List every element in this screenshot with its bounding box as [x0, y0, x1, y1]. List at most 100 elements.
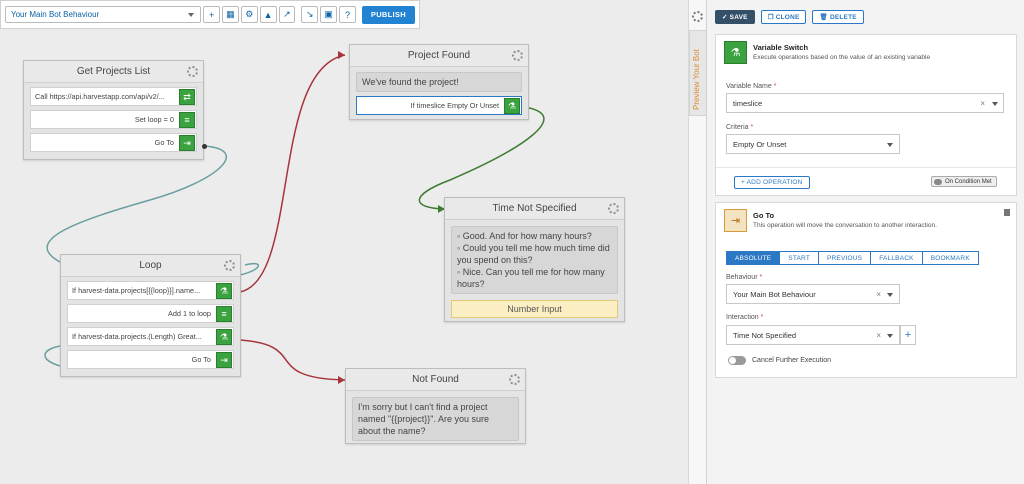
flow-canvas[interactable]: Your Main Bot Behaviour + ▦ ⚙ ▲ ↗ ↘ ▣ ? … [0, 0, 688, 484]
go-to-icon: ⇥ [179, 135, 195, 151]
operation-row[interactable]: Go To ⇥ [67, 350, 234, 369]
settings-icon[interactable]: ⚙ [240, 6, 258, 23]
card-title: Variable Switch [753, 43, 809, 52]
set-variable-icon: ≡ [179, 112, 195, 128]
clone-button[interactable]: ❐ CLONE [760, 10, 807, 24]
gear-icon[interactable] [187, 66, 198, 77]
behaviour-select-value: Your Main Bot Behaviour [11, 10, 100, 19]
node-title: Loop [61, 255, 240, 277]
chevron-down-icon[interactable] [887, 143, 893, 147]
link-project-found-to-time [418, 106, 545, 210]
node-get-projects-list[interactable]: Get Projects List Call https://api.harve… [23, 60, 207, 160]
save-button[interactable]: ✓ SAVE [715, 10, 755, 24]
tab-absolute[interactable]: ABSOLUTE [726, 251, 781, 265]
operation-row[interactable]: If harvest-data.projects[{{loop}}].name.… [67, 281, 234, 300]
go-to-icon: ⇥ [216, 352, 232, 368]
go-to-mode-tabs: ABSOLUTE START PREVIOUS FALLBACK BOOKMAR… [726, 251, 979, 265]
card-title: Go To [753, 211, 775, 220]
add-operation-button[interactable]: + ADD OPERATION [734, 176, 810, 189]
go-to-icon: ⇥ [724, 209, 747, 232]
link-loop-to-project-found [239, 54, 346, 293]
trash-icon[interactable] [1004, 209, 1010, 216]
layout-icon[interactable]: ▦ [222, 6, 239, 23]
help-icon[interactable]: ? [339, 6, 356, 23]
card-header: ⚗ Variable Switch Execute operations bas… [724, 41, 930, 64]
interaction-label: Interaction * [726, 314, 764, 321]
variable-switch-icon: ⚗ [724, 41, 747, 64]
criteria-select[interactable]: Empty Or Unset [726, 134, 900, 154]
operation-row[interactable]: If harvest-data.projects.(Length) Great.… [67, 327, 234, 346]
node-loop[interactable]: Loop If harvest-data.projects[{{loop}}].… [60, 254, 241, 377]
tab-fallback[interactable]: FALLBACK [871, 251, 923, 265]
variable-switch-icon: ⚗ [504, 98, 520, 114]
node-time-not-specified[interactable]: Time Not Specified Good. And for how man… [444, 197, 625, 322]
node-title: Time Not Specified [445, 198, 624, 220]
chevron-down-icon[interactable] [887, 334, 893, 338]
panel-actions: ✓ SAVE ❐ CLONE 🗑 DELETE [715, 10, 864, 24]
node-not-found[interactable]: Not Found I'm sorry but I can't find a p… [345, 368, 526, 444]
collapse-icon[interactable]: ↘ [301, 6, 319, 23]
variable-name-field[interactable]: timeslice × [726, 93, 1004, 113]
preview-tab-label: Preview Your Bot [692, 49, 701, 110]
card-subtitle: This operation will move the conversatio… [753, 222, 937, 229]
chevron-down-icon [188, 13, 195, 17]
cancel-execution-toggle[interactable] [728, 356, 746, 365]
on-condition-met-toggle[interactable]: On Condition Met [931, 176, 997, 187]
message-variant: Nice. Can you tell me for how many hours… [457, 266, 612, 290]
set-variable-icon: ≡ [216, 306, 232, 322]
operation-row[interactable]: Set loop = 0 ≡ [30, 110, 197, 129]
card-subtitle: Execute operations based on the value of… [753, 54, 931, 61]
add-icon[interactable]: + [203, 6, 220, 23]
behaviour-select[interactable]: Your Main Bot Behaviour [5, 6, 202, 23]
interaction-select[interactable]: Time Not Specified × [726, 325, 900, 345]
preview-tab-strip: Preview Your Bot [688, 0, 707, 484]
message-variant: Good. And for how many hours? [457, 230, 612, 242]
variable-switch-icon: ⚗ [216, 329, 232, 345]
tab-bookmark[interactable]: BOOKMARK [922, 251, 979, 265]
node-title: Not Found [346, 369, 525, 391]
publish-button[interactable]: PUBLISH [361, 5, 415, 24]
tab-previous[interactable]: PREVIOUS [819, 251, 872, 265]
image-icon[interactable]: ▣ [320, 6, 338, 23]
delete-button[interactable]: 🗑 DELETE [812, 10, 864, 24]
criteria-label: Criteria * [726, 124, 754, 131]
export-icon[interactable]: ↗ [278, 6, 296, 23]
go-to-card: ⇥ Go To This operation will move the con… [715, 202, 1017, 378]
clear-icon[interactable]: × [876, 290, 881, 299]
gear-icon[interactable] [509, 374, 520, 385]
puzzle-icon[interactable]: ▲ [259, 6, 277, 23]
gear-icon[interactable] [608, 203, 619, 214]
chevron-down-icon[interactable] [992, 102, 998, 106]
operation-row[interactable]: If timeslice Empty Or Unset ⚗ [356, 96, 522, 115]
gear-icon[interactable] [224, 260, 235, 271]
number-input-block[interactable]: Number Input [451, 300, 618, 318]
variable-name-label: Variable Name * [726, 83, 777, 90]
api-call-icon: ⇄ [179, 89, 195, 105]
node-title: Get Projects List [24, 61, 203, 83]
clear-icon[interactable]: × [980, 99, 985, 108]
link-loop-to-loop [239, 263, 259, 276]
node-title: Project Found [350, 45, 528, 67]
connector-dot[interactable] [202, 144, 207, 149]
add-interaction-button[interactable]: + [900, 325, 916, 345]
gear-icon[interactable] [512, 50, 523, 61]
message-bubble[interactable]: I'm sorry but I can't find a project nam… [352, 397, 519, 441]
operation-row[interactable]: Call https://api.harvestapp.com/api/v2/.… [30, 87, 197, 106]
variable-switch-icon: ⚗ [216, 283, 232, 299]
variable-switch-card: ⚗ Variable Switch Execute operations bas… [715, 34, 1017, 196]
behaviour-select[interactable]: Your Main Bot Behaviour × [726, 284, 900, 304]
operation-row[interactable]: Go To ⇥ [30, 133, 197, 152]
settings-icon[interactable] [692, 11, 703, 22]
link-loop-to-not-found [239, 339, 346, 381]
message-bubble[interactable]: Good. And for how many hours? Could you … [451, 226, 618, 294]
message-variant: Could you tell me how much time did you … [457, 242, 612, 266]
canvas-toolbar: Your Main Bot Behaviour + ▦ ⚙ ▲ ↗ ↘ ▣ ? … [0, 0, 420, 29]
message-bubble[interactable]: We've found the project! [356, 72, 522, 92]
tab-start[interactable]: START [780, 251, 819, 265]
card-header: ⇥ Go To This operation will move the con… [724, 209, 937, 232]
divider [716, 167, 1016, 168]
operation-row[interactable]: Add 1 to loop ≡ [67, 304, 234, 323]
clear-icon[interactable]: × [876, 331, 881, 340]
node-project-found[interactable]: Project Found We've found the project! I… [349, 44, 529, 120]
chevron-down-icon[interactable] [887, 293, 893, 297]
